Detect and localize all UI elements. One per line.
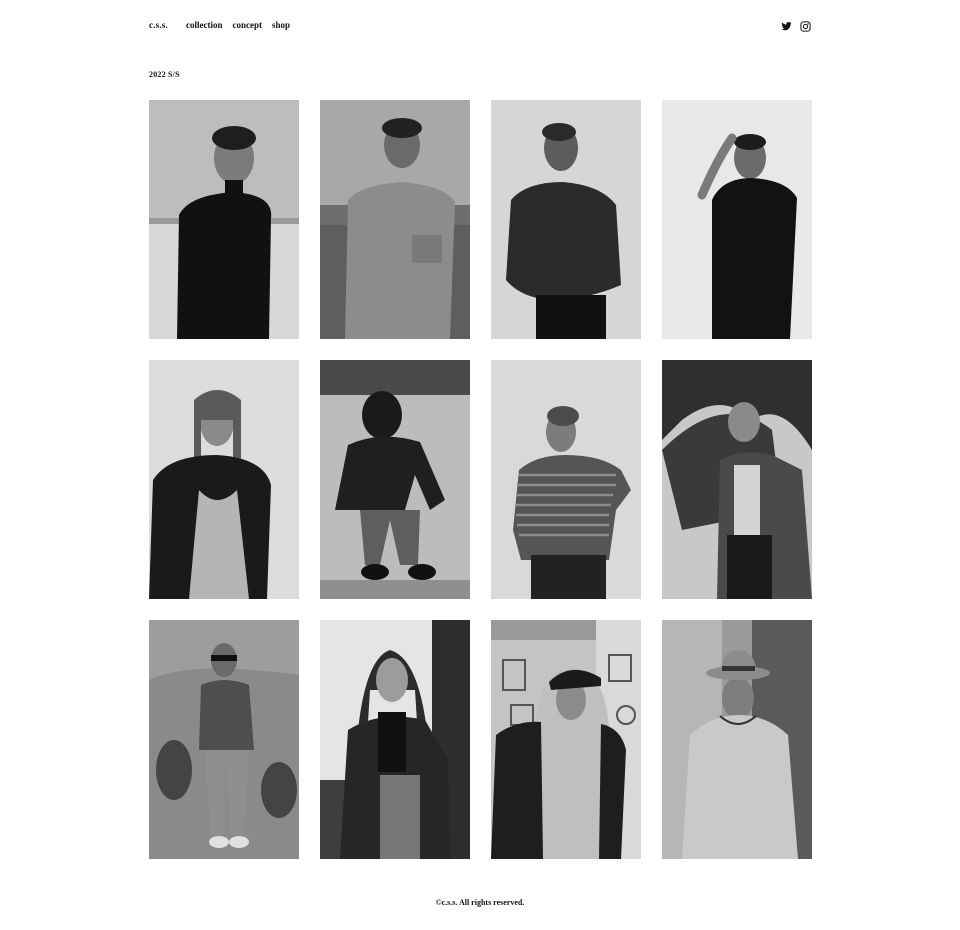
season-title: 2022 S/S xyxy=(149,70,180,79)
photo-item[interactable] xyxy=(320,620,470,859)
photo-image xyxy=(662,100,812,339)
photo-image xyxy=(149,360,299,599)
nav-collection-link[interactable]: collection xyxy=(186,20,223,30)
photo-item[interactable] xyxy=(491,360,641,599)
copyright-text: ©c.s.s. All rights reserved. xyxy=(435,898,525,907)
photo-image xyxy=(149,620,299,859)
photo-item[interactable] xyxy=(149,360,299,599)
photo-image xyxy=(662,360,812,599)
site-logo[interactable]: c.s.s. xyxy=(149,20,168,30)
nav-shop-link[interactable]: shop xyxy=(272,20,290,30)
main-nav: collection concept shop xyxy=(186,20,290,30)
instagram-icon[interactable] xyxy=(800,19,811,32)
photo-image xyxy=(662,620,812,859)
photo-item[interactable] xyxy=(662,100,812,339)
photo-item[interactable] xyxy=(320,360,470,599)
social-links xyxy=(781,19,811,32)
photo-image xyxy=(149,100,299,339)
photo-item[interactable] xyxy=(662,620,812,859)
photo-item[interactable] xyxy=(662,360,812,599)
photo-image xyxy=(320,360,470,599)
photo-item[interactable] xyxy=(149,100,299,339)
photo-item[interactable] xyxy=(491,620,641,859)
photo-image xyxy=(320,100,470,339)
twitter-icon[interactable] xyxy=(781,19,792,31)
photo-grid xyxy=(149,100,812,859)
nav-concept-link[interactable]: concept xyxy=(233,20,263,30)
photo-image xyxy=(491,360,641,599)
site-header: c.s.s. collection concept shop xyxy=(149,18,811,34)
photo-image xyxy=(491,100,641,339)
site-footer: ©c.s.s. All rights reserved. xyxy=(0,898,960,907)
photo-item[interactable] xyxy=(149,620,299,859)
photo-item[interactable] xyxy=(491,100,641,339)
photo-image xyxy=(491,620,641,859)
photo-item[interactable] xyxy=(320,100,470,339)
photo-image xyxy=(320,620,470,859)
